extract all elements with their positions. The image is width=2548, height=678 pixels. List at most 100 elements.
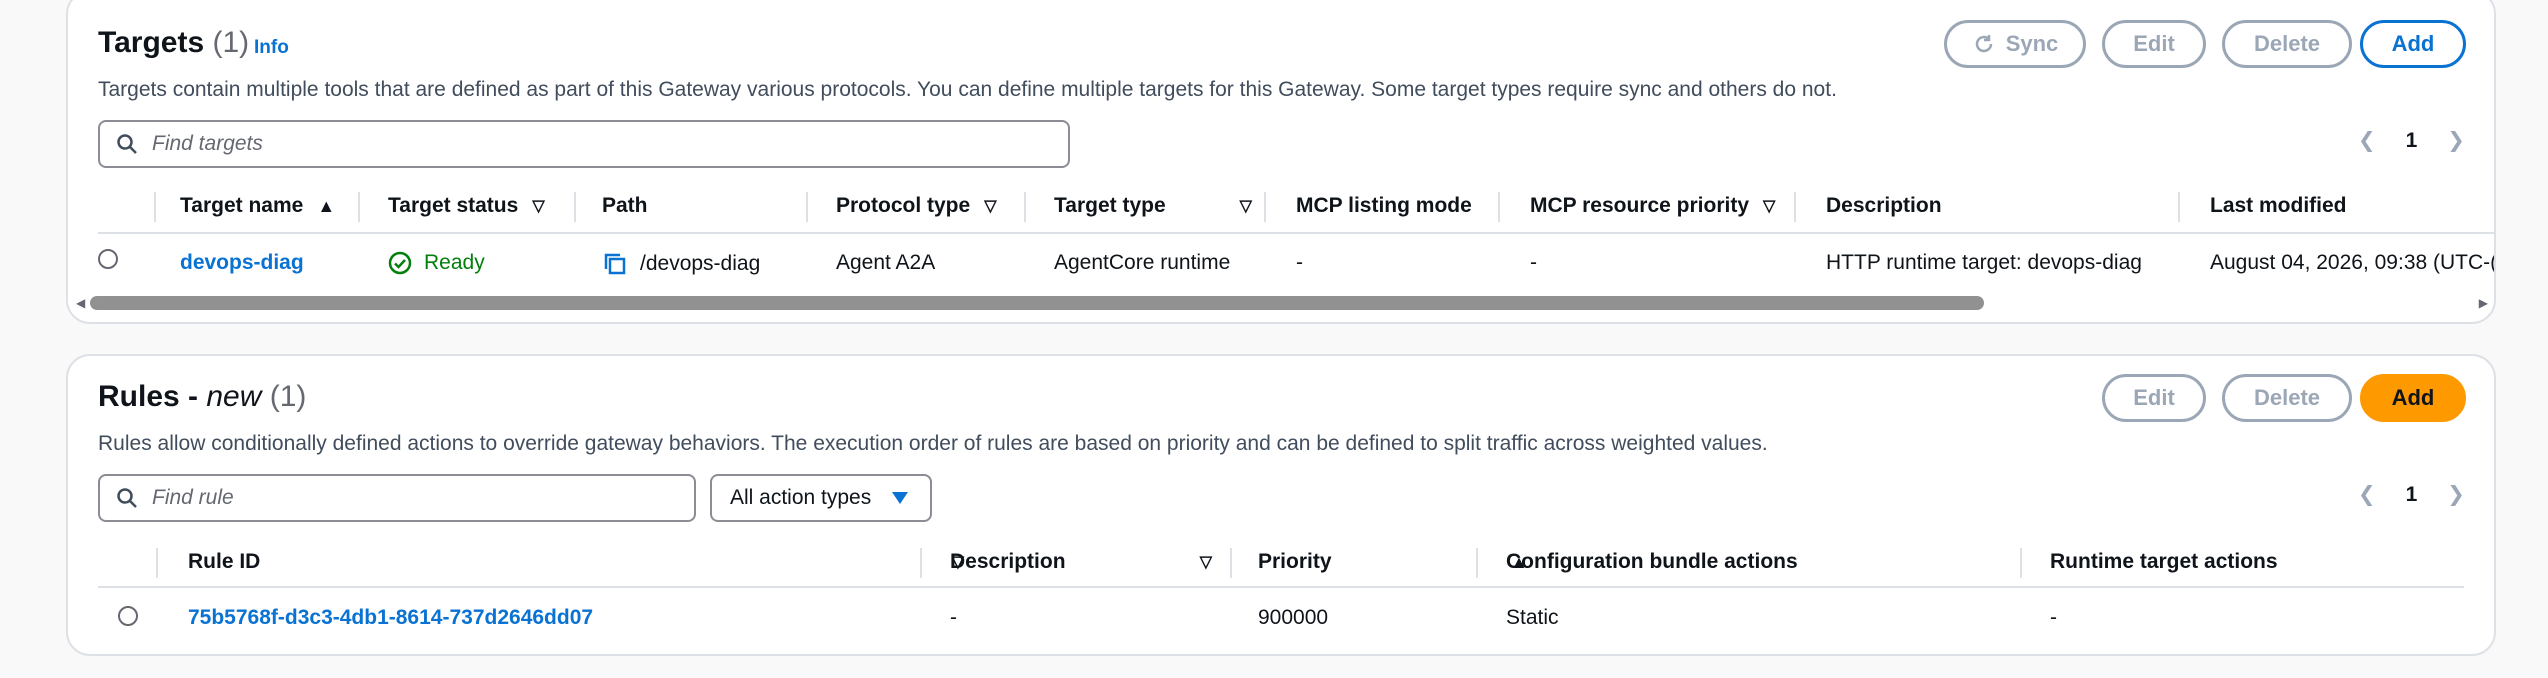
col-protocol-type[interactable]: Protocol type ▽ — [836, 194, 997, 218]
col-mcp-resource-priority[interactable]: MCP resource priority ▽ — [1530, 194, 1775, 218]
targets-edit-button[interactable]: Edit — [2102, 20, 2206, 68]
column-separator — [1024, 192, 1026, 222]
rules-page-number[interactable]: 1 — [2406, 483, 2418, 507]
rules-count: (1) — [269, 380, 307, 413]
listing-mode-value: - — [1296, 251, 1303, 274]
last-modified-value: August 04, 2026, 09:38 (UTC-( — [2210, 251, 2496, 274]
target-path: /devops-diag — [602, 251, 760, 277]
protocol-type-value: Agent A2A — [836, 251, 936, 274]
sync-label: Sync — [2005, 31, 2059, 56]
col-label: Path — [602, 194, 648, 217]
targets-count: (1) — [212, 26, 250, 59]
col-priority[interactable]: Priority ▲ — [1258, 550, 1528, 574]
prev-page-icon[interactable]: ❮ — [2358, 482, 2376, 507]
col-target-name[interactable]: Target name ▲ — [180, 194, 335, 218]
rules-description: Rules allow conditionally defined action… — [98, 432, 1768, 455]
targets-page-number[interactable]: 1 — [2406, 129, 2418, 153]
rules-title: Rules - — [98, 380, 207, 413]
rules-search-input[interactable] — [152, 486, 615, 510]
target-type-value: AgentCore runtime — [1054, 251, 1231, 274]
column-separator — [156, 548, 158, 578]
target-status: Ready — [388, 251, 485, 275]
targets-add-button[interactable]: Add — [2360, 20, 2466, 68]
sort-icon: ▽ — [984, 198, 997, 215]
rules-add-button[interactable]: Add — [2360, 374, 2466, 422]
sort-ascending-icon: ▲ — [317, 195, 336, 216]
config-actions-value: Static — [1506, 606, 1559, 629]
column-separator — [806, 192, 808, 222]
col-config-bundle-actions: Configuration bundle actions — [1506, 550, 1798, 574]
column-separator — [1794, 192, 1796, 222]
col-label: Rule ID — [188, 550, 261, 573]
col-target-type[interactable]: Target type ▽ — [1054, 194, 1252, 218]
rules-heading: Rules - new (1) — [98, 380, 306, 414]
targets-search[interactable] — [98, 120, 1070, 168]
rule-id-link[interactable]: 75b5768f-d3c3-4db1-8614-737d2646dd07 — [188, 606, 593, 630]
refresh-icon — [1975, 35, 1992, 53]
row-select-radio[interactable] — [118, 606, 138, 626]
col-label: Target type — [1054, 194, 1166, 217]
targets-pagination: ❮ 1 ❯ — [2358, 128, 2465, 153]
target-name-link[interactable]: devops-diag — [180, 251, 304, 275]
sort-icon: ▽ — [1239, 198, 1252, 215]
sync-button[interactable]: Sync — [1944, 20, 2086, 68]
rules-title-new: new — [206, 380, 262, 413]
targets-description: Targets contain multiple tools that are … — [98, 78, 1837, 101]
action-type-select[interactable]: All action types — [710, 474, 932, 522]
targets-heading: Targets (1) — [98, 26, 249, 60]
horizontal-scrollbar[interactable]: ◀ ▶ — [68, 292, 2494, 314]
col-mcp-listing-mode: MCP listing mode — [1296, 194, 1472, 218]
runtime-actions-value: - — [2050, 606, 2057, 629]
column-separator — [920, 548, 922, 578]
rule-priority-value: 900000 — [1258, 606, 1329, 629]
action-type-value: All action types — [730, 486, 872, 509]
col-label: Description — [1826, 194, 1942, 217]
col-label: Target name — [180, 194, 304, 217]
rules-search[interactable] — [98, 474, 696, 522]
path-value: /devops-diag — [640, 252, 761, 275]
col-rule-id[interactable]: Rule ID ▽ — [188, 550, 964, 574]
description-value: HTTP runtime target: devops-diag — [1826, 251, 2142, 274]
rules-panel: Rules - new (1) Edit Delete Add Rules al… — [66, 354, 2496, 656]
col-description: Description — [1826, 194, 1942, 218]
column-separator — [154, 192, 156, 222]
column-separator — [358, 192, 360, 222]
prev-page-icon[interactable]: ❮ — [2358, 128, 2376, 153]
col-rule-description[interactable]: Description ▽ — [950, 550, 1212, 574]
search-icon — [117, 488, 137, 508]
next-page-icon[interactable]: ❯ — [2447, 482, 2465, 507]
col-label: MCP listing mode — [1296, 194, 1472, 217]
sort-icon: ▽ — [1199, 554, 1212, 571]
copy-icon[interactable] — [602, 251, 628, 277]
column-separator — [1230, 548, 1232, 578]
row-select-radio[interactable] — [98, 249, 118, 269]
col-target-status[interactable]: Target status ▽ — [388, 194, 545, 218]
column-separator — [1264, 192, 1266, 222]
col-label: MCP resource priority — [1530, 194, 1750, 217]
col-last-modified: Last modified — [2210, 194, 2347, 218]
scrollbar-thumb[interactable] — [90, 296, 1984, 310]
rules-pagination: ❮ 1 ❯ — [2358, 482, 2465, 507]
targets-search-input[interactable] — [152, 132, 914, 156]
col-label: Target status — [388, 194, 519, 217]
targets-title: Targets — [98, 26, 205, 59]
column-separator — [2178, 192, 2180, 222]
caret-down-icon — [892, 492, 909, 504]
targets-info-link[interactable]: Info — [254, 37, 289, 59]
col-runtime-target-actions: Runtime target actions — [2050, 550, 2278, 574]
column-separator — [2020, 548, 2022, 578]
scroll-left-icon[interactable]: ◀ — [76, 296, 85, 310]
sort-icon: ▽ — [1763, 198, 1776, 215]
resource-priority-value: - — [1530, 251, 1537, 274]
rules-edit-button[interactable]: Edit — [2102, 374, 2206, 422]
col-label: Configuration bundle actions — [1506, 550, 1798, 573]
success-check-icon — [388, 251, 412, 275]
scroll-right-icon[interactable]: ▶ — [2479, 296, 2488, 310]
column-separator — [1476, 548, 1478, 578]
next-page-icon[interactable]: ❯ — [2447, 128, 2465, 153]
col-label: Description — [950, 550, 1066, 573]
targets-delete-button[interactable]: Delete — [2222, 20, 2352, 68]
col-label: Protocol type — [836, 194, 971, 217]
col-label: Priority — [1258, 550, 1332, 573]
rules-delete-button[interactable]: Delete — [2222, 374, 2352, 422]
